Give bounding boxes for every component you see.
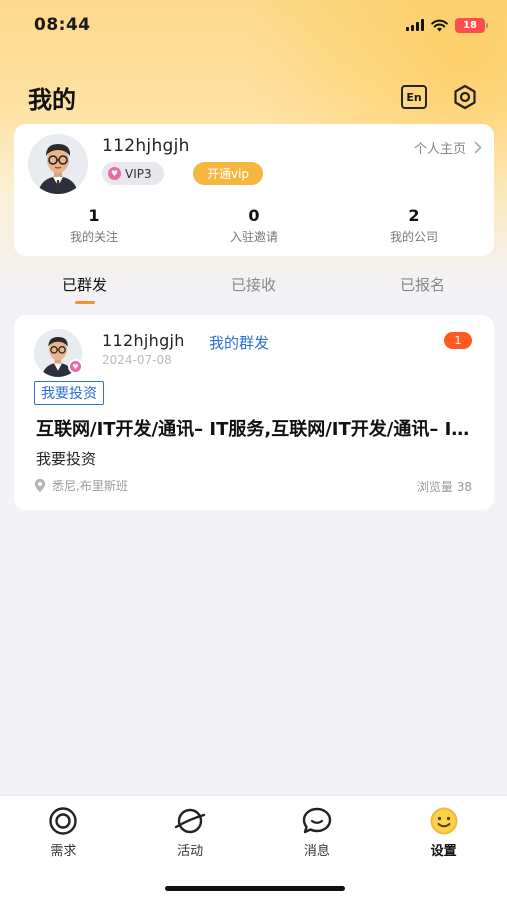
unread-count-badge: 1: [444, 332, 472, 349]
stat-label: 我的公司: [389, 230, 438, 244]
battery-icon: 18: [455, 17, 488, 33]
tab-registered[interactable]: 已报名: [338, 274, 507, 310]
personal-homepage-label: 个人主页: [413, 142, 466, 157]
status-icons: 18: [406, 17, 488, 33]
post-title: 互联网/IT开发/通讯– IT服务,互联网/IT开发/通讯– IT服务: [36, 419, 476, 440]
language-toggle-button[interactable]: En: [401, 85, 427, 109]
user-avatar[interactable]: [28, 134, 88, 194]
post-view-count: 浏览量 38: [416, 480, 472, 494]
post-location-text: 悉尼,布里斯班: [52, 479, 128, 493]
target-icon: [49, 807, 78, 835]
post-description: 我要投资: [36, 450, 97, 468]
stat-label: 我的关注: [69, 230, 118, 244]
profile-card: 112hjhgjh ♥ VIP3 开通vip 个人主页 1 我的关注 0 入驻邀…: [14, 124, 494, 256]
tab-sent[interactable]: 已群发: [0, 274, 169, 310]
chat-bubble-icon: [302, 807, 332, 834]
post-location: 悉尼,布里斯班: [34, 477, 128, 494]
stat-companies[interactable]: 2 我的公司: [334, 206, 494, 245]
open-vip-button[interactable]: 开通vip: [193, 162, 264, 185]
nav-label: 活动: [177, 844, 204, 859]
post-author-name: 112hjhgjh: [102, 331, 185, 350]
vip-level-label: VIP3: [125, 166, 152, 181]
nav-demands[interactable]: 需求: [0, 796, 127, 864]
nav-messages[interactable]: 消息: [254, 796, 381, 864]
post-date: 2024-07-08: [102, 353, 172, 367]
tab-received[interactable]: 已接收: [169, 274, 338, 310]
vip-level-badge: ♥ VIP3: [102, 162, 164, 185]
nav-label: 设置: [430, 844, 457, 859]
vip-heart-icon: ♥: [68, 359, 83, 374]
header-actions: En: [401, 83, 479, 111]
battery-level: 18: [463, 19, 477, 31]
chevron-right-icon: [474, 141, 482, 154]
post-card[interactable]: ♥ 112hjhgjh 我的群发 2024-07-08 1 我要投资 互联网/I…: [14, 315, 494, 510]
stat-label: 入驻邀请: [229, 230, 278, 244]
stat-following[interactable]: 1 我的关注: [14, 206, 174, 245]
nav-label: 消息: [303, 844, 330, 859]
avatar-illustration: [28, 134, 88, 194]
profile-username: 112hjhgjh: [102, 136, 190, 156]
stat-invitations[interactable]: 0 入驻邀请: [174, 206, 334, 245]
vip-heart-icon: ♥: [108, 167, 121, 180]
personal-homepage-link[interactable]: 个人主页: [414, 138, 482, 157]
language-toggle-label: En: [406, 90, 422, 104]
settings-gear-icon[interactable]: [451, 83, 479, 111]
stat-value: 0: [248, 206, 260, 225]
message-tabs: 已群发 已接收 已报名: [0, 274, 507, 310]
location-pin-icon: [34, 478, 46, 493]
unread-count: 1: [454, 334, 462, 347]
signal-icon: [406, 19, 424, 31]
post-category-label: 我的群发: [209, 334, 270, 352]
wifi-icon: [431, 19, 448, 31]
page-title: 我的: [28, 85, 76, 114]
stat-value: 2: [408, 206, 420, 225]
status-bar: 08:44 18: [0, 0, 507, 50]
page-header: 我的 En: [0, 72, 507, 122]
open-vip-label: 开通vip: [207, 167, 250, 181]
nav-activities[interactable]: 活动: [127, 796, 254, 864]
status-time: 08:44: [34, 15, 91, 35]
bottom-tab-bar: 需求 活动 消息 设置: [0, 795, 507, 900]
nav-label: 需求: [50, 844, 77, 859]
profile-stats: 1 我的关注 0 入驻邀请 2 我的公司: [14, 206, 494, 245]
post-type-tag: 我要投资: [34, 381, 104, 405]
home-indicator: [165, 886, 345, 891]
post-type-label: 我要投资: [41, 386, 97, 402]
stat-value: 1: [88, 206, 100, 225]
smiley-icon: [430, 807, 458, 835]
planet-icon: [174, 808, 206, 834]
nav-settings[interactable]: 设置: [380, 796, 507, 864]
